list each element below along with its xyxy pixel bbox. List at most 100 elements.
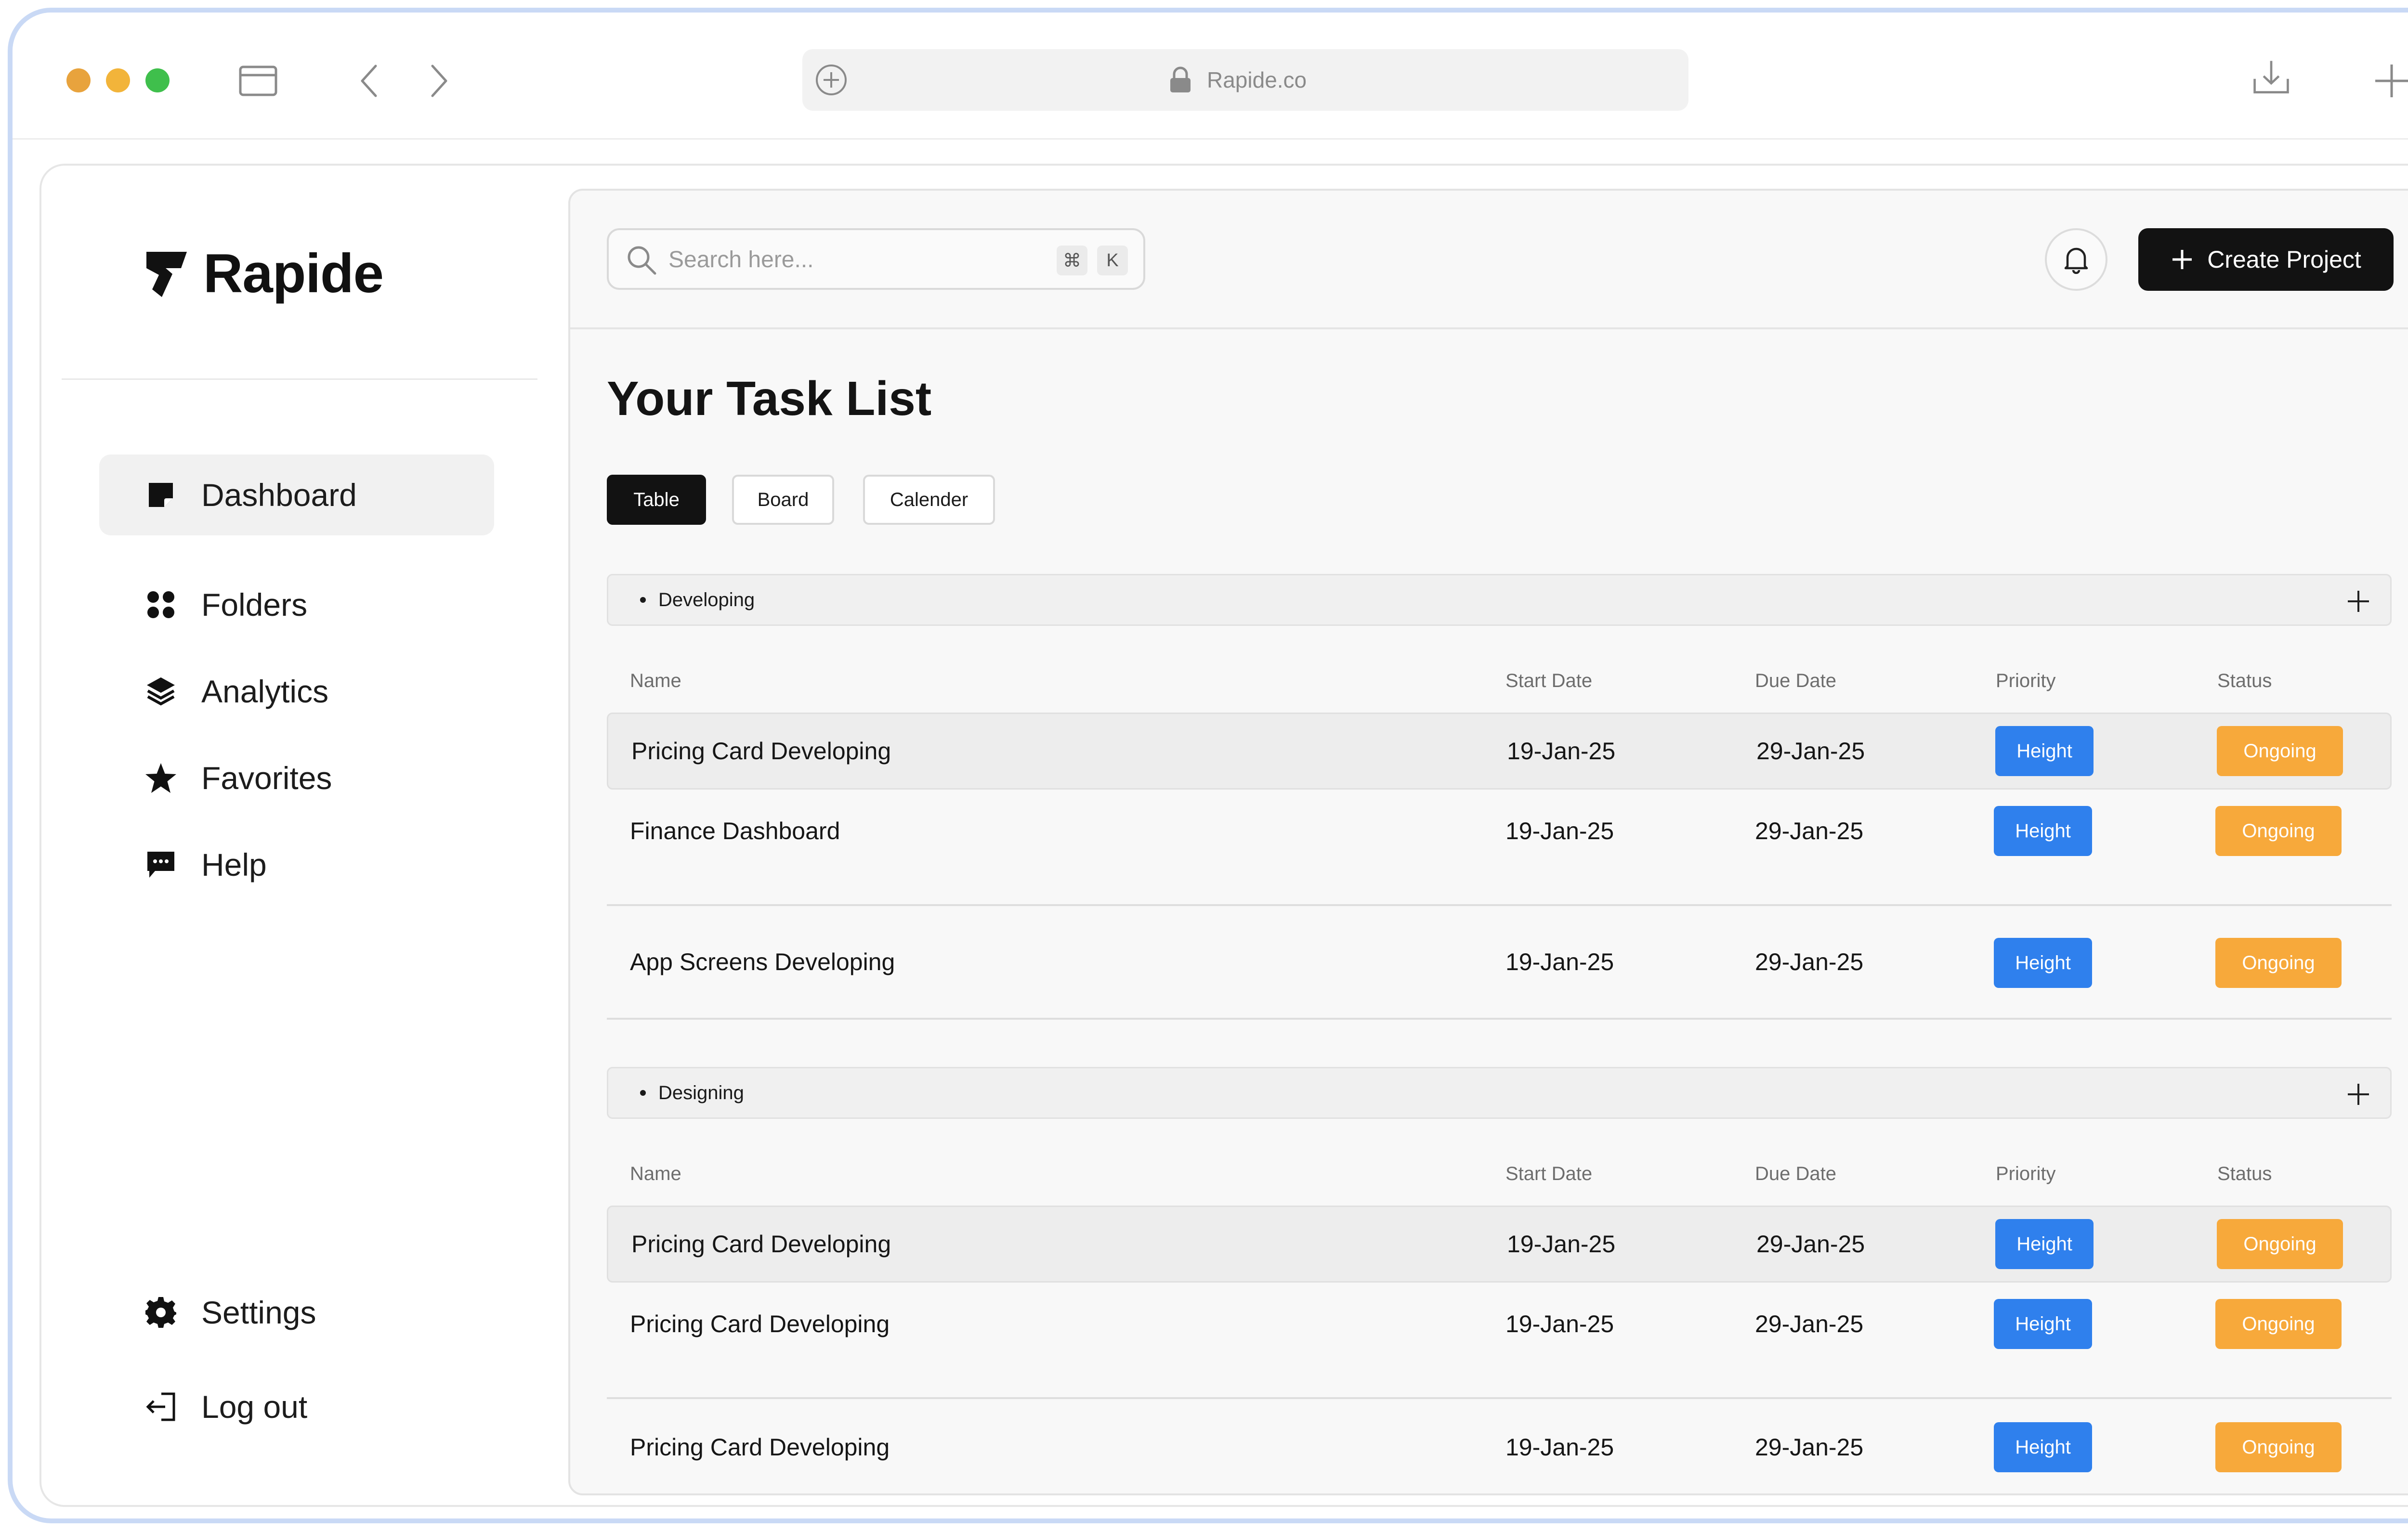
column-header-start-date: Start Date bbox=[1505, 1163, 1593, 1184]
back-icon[interactable] bbox=[350, 63, 388, 99]
task-due-date: 29-Jan-25 bbox=[1755, 817, 1864, 844]
table-row[interactable]: Pricing Card Developing 19-Jan-25 29-Jan… bbox=[607, 713, 2392, 790]
address-bar[interactable]: Rapide.co bbox=[802, 49, 1688, 111]
sidebar-item-label: Favorites bbox=[201, 760, 332, 796]
sidebar-item-label: Analytics bbox=[201, 674, 329, 709]
column-header-name: Name bbox=[630, 670, 681, 691]
sidebar-divider bbox=[62, 378, 537, 380]
plus-icon bbox=[2172, 250, 2192, 269]
table-row[interactable]: Finance Dashboard 19-Jan-25 29-Jan-25 He… bbox=[607, 792, 2392, 906]
tab-calender[interactable]: Calender bbox=[863, 475, 995, 525]
column-header-start-date: Start Date bbox=[1505, 670, 1593, 691]
sidebar-item-label: Folders bbox=[201, 587, 308, 623]
task-name: App Screens Developing bbox=[630, 948, 895, 975]
task-due-date: 29-Jan-25 bbox=[1756, 738, 1865, 765]
priority-badge[interactable]: Height bbox=[1994, 1422, 2092, 1472]
group-header-developing[interactable]: Developing bbox=[607, 574, 2392, 626]
create-project-label: Create Project bbox=[2207, 246, 2361, 273]
task-name: Pricing Card Developing bbox=[631, 738, 891, 765]
task-start-date: 19-Jan-25 bbox=[1505, 817, 1614, 844]
sidebar-item-analytics[interactable]: Analytics bbox=[99, 651, 494, 732]
shortcut-cmd-key: ⌘ bbox=[1057, 246, 1087, 275]
sidebar-item-label: Settings bbox=[201, 1295, 316, 1330]
sidebar-toggle-icon[interactable] bbox=[239, 63, 277, 99]
search-box[interactable]: ⌘ K bbox=[607, 228, 1145, 290]
sidebar-item-help[interactable]: Help bbox=[99, 824, 494, 905]
gear-icon bbox=[144, 1295, 178, 1330]
notification-button[interactable] bbox=[2045, 228, 2107, 291]
sidebar-item-settings[interactable]: Settings bbox=[99, 1272, 494, 1353]
task-name: Pricing Card Developing bbox=[630, 1434, 890, 1461]
grid-dots-icon bbox=[144, 587, 178, 622]
sidebar-item-label: Help bbox=[201, 847, 267, 882]
sidebar-item-label: Dashboard bbox=[201, 477, 357, 513]
column-header-due-date: Due Date bbox=[1755, 670, 1836, 691]
priority-badge[interactable]: Height bbox=[1995, 726, 2094, 776]
task-due-date: 29-Jan-25 bbox=[1755, 1310, 1864, 1337]
column-header-priority: Priority bbox=[1996, 1163, 2056, 1184]
priority-badge[interactable]: Height bbox=[1994, 1299, 2092, 1349]
star-icon bbox=[144, 761, 178, 795]
table-row[interactable]: App Screens Developing 19-Jan-25 29-Jan-… bbox=[607, 906, 2392, 1020]
table-row[interactable]: Pricing Card Developing 19-Jan-25 29-Jan… bbox=[607, 1399, 2392, 1493]
task-name: Finance Dashboard bbox=[630, 817, 840, 844]
group-header-designing[interactable]: Designing bbox=[607, 1067, 2392, 1119]
priority-badge[interactable]: Height bbox=[1995, 1219, 2094, 1269]
page-title: Your Task List bbox=[607, 372, 932, 426]
priority-badge[interactable]: Height bbox=[1994, 938, 2092, 988]
sidebar-item-dashboard[interactable]: Dashboard bbox=[99, 454, 494, 535]
sticky-note-icon bbox=[144, 478, 178, 512]
group-name: Developing bbox=[658, 589, 755, 610]
bullet-icon bbox=[640, 1090, 646, 1096]
window-close-button[interactable] bbox=[66, 68, 91, 92]
column-header-status: Status bbox=[2217, 670, 2272, 691]
search-icon bbox=[628, 246, 656, 275]
task-due-date: 29-Jan-25 bbox=[1755, 1434, 1864, 1461]
task-due-date: 29-Jan-25 bbox=[1756, 1231, 1865, 1258]
status-badge[interactable]: Ongoing bbox=[2215, 1422, 2342, 1472]
sidebar-item-folders[interactable]: Folders bbox=[99, 564, 494, 645]
priority-badge[interactable]: Height bbox=[1994, 806, 2092, 856]
browser-toolbar: Rapide.co bbox=[13, 13, 2408, 140]
window-minimize-button[interactable] bbox=[106, 68, 130, 92]
sidebar-item-logout[interactable]: Log out bbox=[99, 1366, 494, 1447]
task-name: Pricing Card Developing bbox=[630, 1310, 890, 1337]
table-row[interactable]: Pricing Card Developing 19-Jan-25 29-Jan… bbox=[607, 1206, 2392, 1283]
column-header-name: Name bbox=[630, 1163, 681, 1184]
tab-board[interactable]: Board bbox=[732, 475, 834, 525]
status-badge[interactable]: Ongoing bbox=[2217, 726, 2343, 776]
bullet-icon bbox=[640, 597, 646, 603]
layers-icon bbox=[144, 674, 178, 709]
add-task-icon[interactable] bbox=[2344, 587, 2373, 616]
tab-table[interactable]: Table bbox=[607, 475, 706, 525]
status-badge[interactable]: Ongoing bbox=[2215, 806, 2342, 856]
task-start-date: 19-Jan-25 bbox=[1507, 738, 1616, 765]
add-tab-icon[interactable] bbox=[2372, 63, 2408, 99]
column-header-due-date: Due Date bbox=[1755, 1163, 1836, 1184]
sidebar: Rapide Dashboard Folders Analytics Favor… bbox=[41, 166, 557, 1505]
new-tab-circle-icon[interactable] bbox=[815, 64, 848, 96]
task-start-date: 19-Jan-25 bbox=[1505, 1434, 1614, 1461]
create-project-button[interactable]: Create Project bbox=[2138, 228, 2394, 291]
window-maximize-button[interactable] bbox=[145, 68, 170, 92]
url-text: Rapide.co bbox=[1207, 67, 1307, 92]
top-bar: ⌘ K Create Project bbox=[570, 191, 2408, 329]
sidebar-item-favorites[interactable]: Favorites bbox=[99, 738, 494, 818]
status-badge[interactable]: Ongoing bbox=[2215, 1299, 2342, 1349]
column-header-status: Status bbox=[2217, 1163, 2272, 1184]
main-panel: ⌘ K Create Project Your Task List Table … bbox=[568, 189, 2408, 1495]
column-header-priority: Priority bbox=[1996, 670, 2056, 691]
add-task-icon[interactable] bbox=[2344, 1080, 2373, 1109]
bell-icon bbox=[2064, 247, 2088, 274]
status-badge[interactable]: Ongoing bbox=[2217, 1219, 2343, 1269]
forward-icon[interactable] bbox=[420, 63, 458, 99]
table-row[interactable]: Pricing Card Developing 19-Jan-25 29-Jan… bbox=[607, 1285, 2392, 1399]
download-icon[interactable] bbox=[2252, 59, 2290, 95]
app-frame: Rapide Dashboard Folders Analytics Favor… bbox=[39, 164, 2408, 1507]
lock-icon bbox=[1170, 66, 1191, 92]
search-input[interactable] bbox=[668, 240, 1044, 279]
status-badge[interactable]: Ongoing bbox=[2215, 938, 2342, 988]
logo[interactable]: Rapide bbox=[143, 243, 384, 305]
task-start-date: 19-Jan-25 bbox=[1505, 1310, 1614, 1337]
task-start-date: 19-Jan-25 bbox=[1507, 1231, 1616, 1258]
